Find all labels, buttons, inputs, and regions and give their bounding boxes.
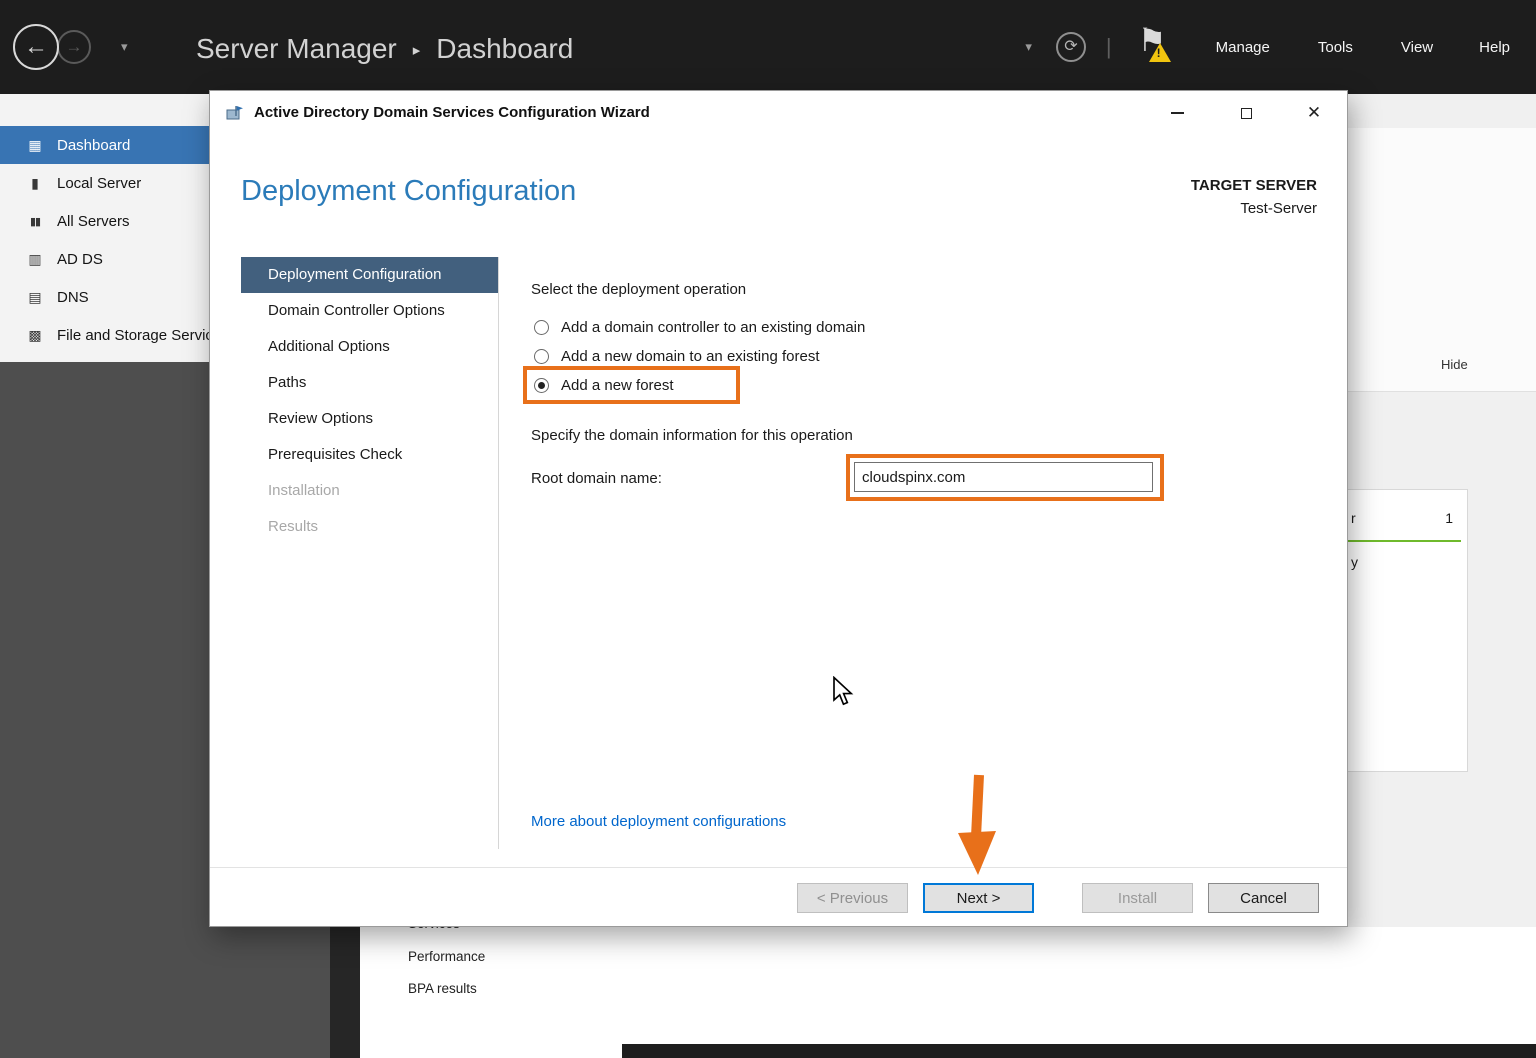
radio-add-domain-existing-forest[interactable]: Add a new domain to an existing forest <box>534 344 820 368</box>
sidebar-item-ad-ds[interactable]: ▥ AD DS <box>0 240 209 278</box>
select-operation-label: Select the deployment operation <box>531 281 746 298</box>
local-server-icon: ▮ <box>26 175 44 192</box>
radio-button-icon[interactable] <box>534 378 549 393</box>
close-icon: ✕ <box>1307 103 1321 123</box>
minimize-button[interactable] <box>1155 97 1199 129</box>
footer-divider <box>210 867 1347 868</box>
radio-label: Add a new domain to an existing forest <box>561 348 820 365</box>
notification-flag-icon[interactable]: ⚑ ! <box>1138 25 1174 69</box>
nav-review-options[interactable]: Review Options <box>241 401 498 437</box>
forward-button[interactable]: → <box>57 30 91 64</box>
header-dropdown-caret-icon[interactable]: ▾ <box>1025 39 1032 55</box>
radio-button-icon[interactable] <box>534 349 549 364</box>
role-tile-fragment: r 1 y <box>1330 489 1468 772</box>
sidebar-item-label: Dashboard <box>57 137 130 154</box>
wizard-nav: Deployment Configuration Domain Controll… <box>241 257 498 545</box>
breadcrumb-app[interactable]: Server Manager <box>196 29 397 69</box>
next-button[interactable]: Next > <box>923 883 1034 913</box>
specify-domain-label: Specify the domain information for this … <box>531 427 853 444</box>
sidebar-item-dashboard[interactable]: ▦ Dashboard <box>0 126 209 164</box>
page-title: Deployment Configuration <box>241 175 576 208</box>
screen: Hide r 1 y Services Performance BPA resu… <box>0 0 1536 1058</box>
dashboard-background-bottom <box>360 927 1536 1058</box>
tile-list-item-performance[interactable]: Performance <box>408 949 485 964</box>
sidebar-item-all-servers[interactable]: ▮▮ All Servers <box>0 202 209 240</box>
nav-deployment-configuration[interactable]: Deployment Configuration <box>241 257 498 293</box>
adds-wizard-dialog: Active Directory Domain Services Configu… <box>209 90 1348 927</box>
topbar-right: ▾ ⟳ | ⚑ ! Manage Tools View Help <box>1025 0 1510 94</box>
sidebar-item-local-server[interactable]: ▮ Local Server <box>0 164 209 202</box>
sidebar-item-label: AD DS <box>57 251 103 268</box>
radio-add-new-forest[interactable]: Add a new forest <box>534 373 674 397</box>
nav-content-divider <box>498 257 499 849</box>
target-server-block: TARGET SERVER Test-Server <box>1191 174 1317 220</box>
more-about-link[interactable]: More about deployment configurations <box>531 813 786 830</box>
sidebar-item-dns[interactable]: ▤ DNS <box>0 278 209 316</box>
back-button[interactable]: ← <box>13 24 59 70</box>
dns-icon: ▤ <box>26 289 44 306</box>
welcome-tile-fragment <box>1348 128 1536 392</box>
root-domain-input[interactable] <box>854 462 1153 492</box>
sidebar-item-label: All Servers <box>57 213 130 230</box>
tile-server-count: 1 <box>1445 510 1453 526</box>
server-manager-topbar: ← → ▾ Server Manager ▸ Dashboard ▾ ⟳ | ⚑… <box>0 0 1536 94</box>
breadcrumb: Server Manager ▸ Dashboard <box>196 27 573 71</box>
target-server-label: TARGET SERVER <box>1191 174 1317 197</box>
file-storage-icon: ▩ <box>26 327 44 344</box>
hide-link[interactable]: Hide <box>1441 357 1468 372</box>
dashboard-icon: ▦ <box>26 137 44 154</box>
mouse-cursor-icon <box>832 676 854 711</box>
maximize-button[interactable] <box>1224 97 1268 129</box>
separator-pipe: | <box>1106 34 1112 60</box>
sidebar-item-label: Local Server <box>57 175 141 192</box>
nav-domain-controller-options[interactable]: Domain Controller Options <box>241 293 498 329</box>
sidebar-item-label: File and Storage Services <box>57 327 209 344</box>
previous-button[interactable]: < Previous <box>797 883 908 913</box>
nav-results: Results <box>241 509 498 545</box>
refresh-glyph-icon: ⟳ <box>1064 36 1077 56</box>
breadcrumb-page[interactable]: Dashboard <box>436 29 573 69</box>
warning-exclamation: ! <box>1157 46 1161 60</box>
bottom-dark-strip <box>622 1044 1536 1058</box>
tile-status-green-line <box>1343 540 1461 542</box>
back-arrow-icon: ← <box>24 33 48 61</box>
close-button[interactable]: ✕ <box>1292 97 1336 129</box>
nav-dropdown-caret-icon[interactable]: ▾ <box>121 39 128 55</box>
nav-additional-options[interactable]: Additional Options <box>241 329 498 365</box>
dialog-title: Active Directory Domain Services Configu… <box>254 91 650 135</box>
menu-tools[interactable]: Tools <box>1318 39 1353 56</box>
tile-list-item-bpa-results[interactable]: BPA results <box>408 981 477 996</box>
sidebar-item-file-storage[interactable]: ▩ File and Storage Services <box>0 316 209 354</box>
sidebar-item-label: DNS <box>57 289 89 306</box>
target-server-name: Test-Server <box>1191 197 1317 220</box>
minimize-icon <box>1171 112 1184 114</box>
tile-text-fragment: r <box>1351 510 1356 526</box>
dialog-titlebar[interactable]: Active Directory Domain Services Configu… <box>210 91 1347 135</box>
sidebar: ▦ Dashboard ▮ Local Server ▮▮ All Server… <box>0 94 209 362</box>
forward-arrow-icon: → <box>66 37 83 57</box>
cancel-button[interactable]: Cancel <box>1208 883 1319 913</box>
menu-help[interactable]: Help <box>1479 39 1510 56</box>
menu-view[interactable]: View <box>1401 39 1433 56</box>
radio-button-icon[interactable] <box>534 320 549 335</box>
nav-prerequisites-check[interactable]: Prerequisites Check <box>241 437 498 473</box>
breadcrumb-separator-icon: ▸ <box>413 31 421 71</box>
maximize-icon <box>1241 108 1252 119</box>
install-button[interactable]: Install <box>1082 883 1193 913</box>
tile-text-fragment-2: y <box>1351 554 1358 570</box>
warning-triangle-icon: ! <box>1149 43 1171 62</box>
all-servers-icon: ▮▮ <box>26 215 44 228</box>
radio-label: Add a new forest <box>561 377 674 394</box>
wizard-icon <box>226 105 244 126</box>
refresh-icon[interactable]: ⟳ <box>1056 32 1086 62</box>
ad-ds-icon: ▥ <box>26 251 44 268</box>
root-domain-label: Root domain name: <box>531 470 662 487</box>
radio-add-dc-existing-domain[interactable]: Add a domain controller to an existing d… <box>534 315 865 339</box>
nav-paths[interactable]: Paths <box>241 365 498 401</box>
menu-manage[interactable]: Manage <box>1216 39 1270 56</box>
nav-installation: Installation <box>241 473 498 509</box>
radio-label: Add a domain controller to an existing d… <box>561 319 865 336</box>
